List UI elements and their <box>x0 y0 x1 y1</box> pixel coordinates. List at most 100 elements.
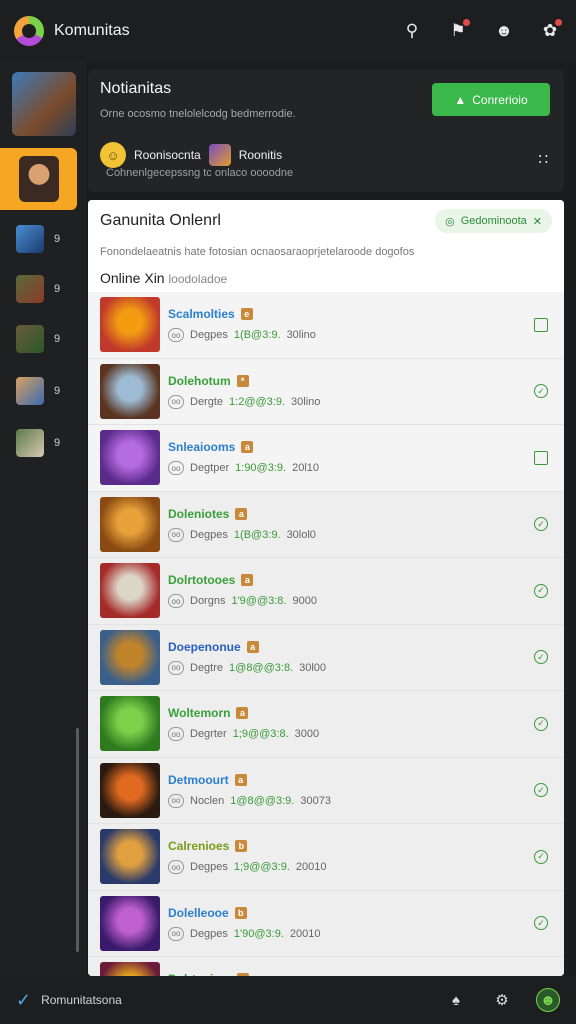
row-meta: oo Degpes 1'90@3:9. 20010 <box>168 926 321 941</box>
meta-label: Degtper <box>190 462 230 475</box>
row-name-text: Snleaiooms <box>168 440 236 455</box>
checkbox[interactable] <box>534 317 548 332</box>
avatar-icon[interactable]: ☻ <box>492 19 516 43</box>
badge-icon: a <box>235 507 248 520</box>
players-icon: oo <box>168 727 184 742</box>
profile-icon[interactable]: ☻ <box>536 988 560 1012</box>
avatar <box>16 429 44 457</box>
badge-icon: * <box>236 374 249 387</box>
meta-value: 1;9@@3:8. <box>232 728 289 741</box>
badge-icon: e <box>240 308 253 321</box>
meta-count: 30l00 <box>299 661 327 674</box>
row-meta: oo Dorgns 1'9@@3:8. 9000 <box>168 594 317 609</box>
players-icon: oo <box>168 660 184 675</box>
avatar <box>16 275 44 303</box>
game-thumbnail <box>100 895 160 951</box>
meta-label: Dergte <box>190 395 224 408</box>
meta-count: 20010 <box>289 927 321 940</box>
meta-label: Degpes <box>190 329 228 342</box>
rail-item[interactable]: 9 <box>16 376 76 406</box>
section-subtitle: loodoladoe <box>168 272 228 286</box>
row-name-text: Doleniotes <box>168 506 230 521</box>
game-thumbnail <box>100 629 160 685</box>
game-thumbnail <box>100 696 160 752</box>
list-item[interactable]: Calrenioes b oo Degpes 1;9@@3:9. 20010 ✓ <box>88 824 564 891</box>
meta-count: 30lino <box>286 329 316 342</box>
avatar <box>208 144 231 166</box>
rail-active-item[interactable] <box>0 148 77 210</box>
rail-badge: 9 <box>54 283 61 295</box>
rail-item[interactable]: 9 <box>16 224 76 254</box>
app-logo <box>14 16 44 46</box>
scrollbar[interactable] <box>76 728 79 952</box>
search-icon[interactable]: ⚲ <box>400 19 424 43</box>
meta-value: 1:90@3:9. <box>235 462 287 475</box>
check-icon[interactable]: ✓ <box>534 849 548 864</box>
badge-icon: a <box>236 707 249 720</box>
meta-count: 3000 <box>294 728 320 741</box>
row-name: Snleaiooms a <box>168 440 319 454</box>
row-name: Doleniotes a <box>168 507 316 521</box>
komunitas-logo-icon: ✓ <box>16 989 32 1010</box>
check-icon[interactable]: ✓ <box>534 650 548 665</box>
row-meta: oo Noclen 1@8@@3:9. 30073 <box>168 793 331 808</box>
avatar <box>16 377 44 405</box>
meta-label: Noclen <box>190 794 225 807</box>
players-icon: oo <box>168 594 184 609</box>
list-item[interactable]: Detmoourt a oo Noclen 1@8@@3:9. 30073 ✓ <box>88 757 564 824</box>
rail-badge: 9 <box>54 385 61 397</box>
meta-value: 1;9@@3:9. <box>233 861 290 874</box>
notification-footer: Cohnenlgecepssng tc onlaco oooodne <box>106 167 294 179</box>
list-item[interactable]: Dolrtotooes a oo Dorgns 1'9@@3:8. 9000 ✓ <box>88 558 564 625</box>
checkbox[interactable] <box>534 450 548 465</box>
check-icon[interactable]: ✓ <box>534 517 548 532</box>
check-icon[interactable]: ✓ <box>534 916 548 931</box>
list-item[interactable]: Dolehotum * oo Dergte 1:2@@3:9. 30lino ✓ <box>88 359 564 425</box>
meta-label: Degpes <box>190 861 228 874</box>
row-info: Dolelleooe b oo Degpes 1'90@3:9. 20010 <box>168 906 320 941</box>
avatar <box>16 225 44 253</box>
list-item[interactable]: Dolelleooe b oo Degpes 1'90@3:9. 20010 ✓ <box>88 890 564 957</box>
rail-item[interactable]: 9 <box>16 274 76 304</box>
list-item[interactable]: Scalmolties e oo Degpes 1(B@3:9. 30lino <box>88 292 564 359</box>
rail-item[interactable]: 9 <box>16 324 76 354</box>
row-name: Dolehotum * <box>168 374 320 388</box>
top-icons: ⚲ ⚑ ☻ ✿ <box>400 19 562 43</box>
check-icon[interactable]: ✓ <box>534 716 548 731</box>
app-title: Komunitas <box>54 22 130 39</box>
close-icon[interactable]: ✕ <box>533 215 542 228</box>
meta-count: 30lol0 <box>286 528 316 541</box>
list-item[interactable]: Doleniotes a oo Degpes 1(B@3:9. 30lol0 ✓ <box>88 491 564 558</box>
game-thumbnail <box>100 563 160 619</box>
meta-value: 1'9@@3:8. <box>231 595 287 608</box>
row-meta: oo Degrter 1;9@@3:8. 3000 <box>168 727 320 742</box>
list-item[interactable]: Woltemorn a oo Degrter 1;9@@3:8. 3000 ✓ <box>88 691 564 758</box>
row-info: Dolrtotooes a oo Dorgns 1'9@@3:8. 9000 <box>168 573 317 609</box>
connect-button[interactable]: ▲ Conrerioio <box>432 83 550 116</box>
list-item[interactable]: DolrteniumaooDegpes1(B@3:9.30lino✓ <box>88 957 564 976</box>
settings-icon[interactable]: ⚙ <box>490 988 514 1012</box>
list-item[interactable]: Snleaiooms a oo Degtper 1:90@3:9. 20l10 <box>88 425 564 492</box>
section-label: Online Xin loodoladoe <box>100 270 227 286</box>
meta-label: Degpes <box>190 927 228 940</box>
check-icon[interactable]: ✓ <box>534 783 548 798</box>
check-icon[interactable]: ✓ <box>534 384 548 399</box>
settings-icon[interactable]: ✿ <box>538 19 562 43</box>
users-icon[interactable]: ♠ <box>444 988 468 1012</box>
row-name-text: Woltemorn <box>168 706 231 721</box>
status-badge[interactable]: ◎ Gedominoota ✕ <box>435 209 552 233</box>
meta-value: 1(B@3:9. <box>233 528 281 541</box>
row-name-text: Scalmolties <box>168 307 235 322</box>
row-info: Detmoourt a oo Noclen 1@8@@3:9. 30073 <box>168 773 331 808</box>
list-item[interactable]: Doepenonue a oo Degtre 1@8@@3:8. 30l00 ✓ <box>88 624 564 691</box>
check-icon[interactable]: ✓ <box>534 583 548 598</box>
row-meta: oo Degpes 1(B@3:9. 30lino <box>168 328 316 343</box>
bottom-icons: ♠ ⚙ ☻ <box>444 988 560 1012</box>
grid-icon[interactable]: ∷ <box>538 150 548 168</box>
rail-item[interactable]: 9 <box>16 428 76 458</box>
notifications-icon[interactable]: ⚑ <box>446 19 470 43</box>
rail-hero-avatar[interactable] <box>12 72 76 136</box>
chip-label: Roonisocnta <box>134 148 201 162</box>
meta-value: 1@8@@3:9. <box>230 794 295 807</box>
row-meta: oo Dergte 1:2@@3:9. 30lino <box>168 394 320 409</box>
